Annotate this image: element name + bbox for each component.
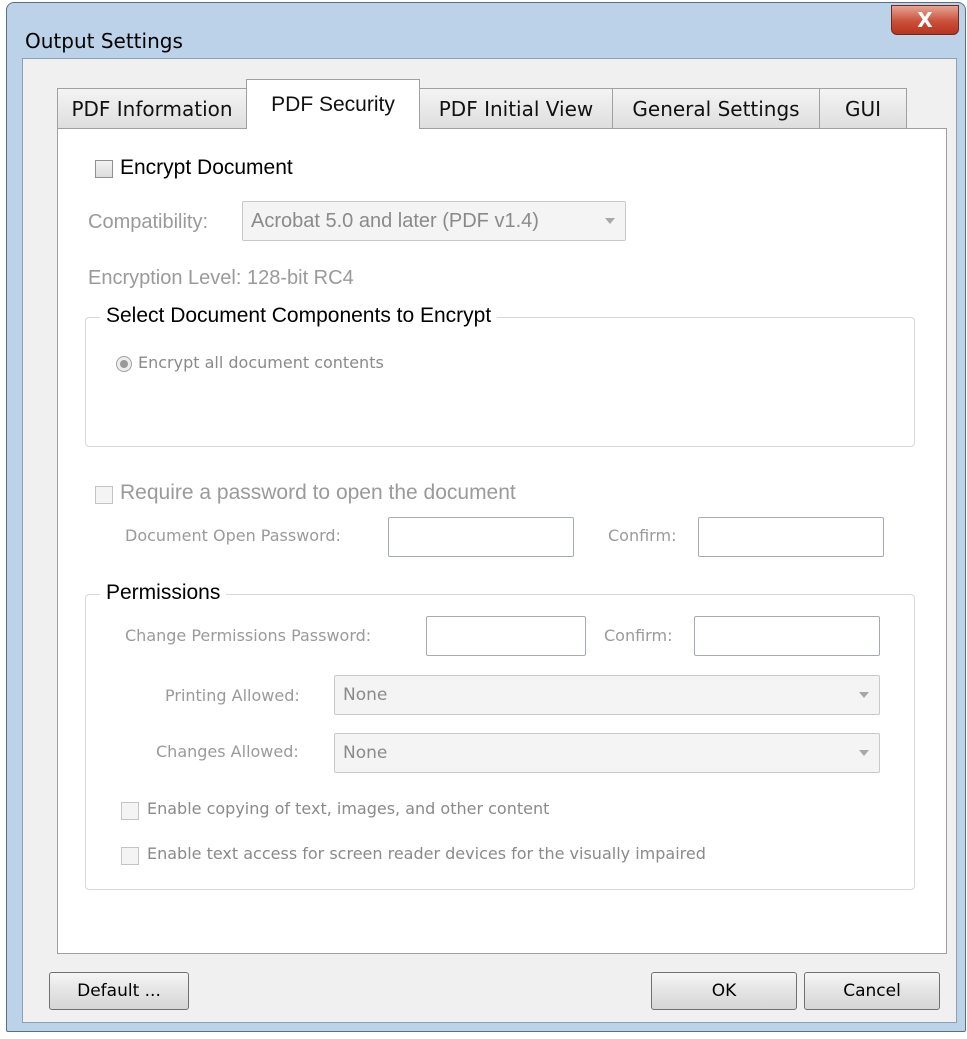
chevron-down-icon — [859, 692, 869, 698]
close-icon: X — [917, 8, 933, 32]
tab-general-settings[interactable]: General Settings — [612, 88, 820, 128]
close-button[interactable]: X — [891, 5, 959, 35]
changes-allowed-label: Changes Allowed: — [156, 742, 299, 761]
changes-allowed-select[interactable]: None — [334, 733, 880, 773]
enable-screen-reader-label: Enable text access for screen reader dev… — [147, 844, 706, 863]
encryption-level-text: Encryption Level: 128-bit RC4 — [88, 267, 354, 289]
changes-allowed-value: None — [343, 743, 388, 763]
open-confirm-label: Confirm: — [608, 526, 677, 545]
permissions-group-title: Permissions — [100, 581, 227, 605]
pdf-security-panel: Encrypt Document Compatibility: Acrobat … — [57, 128, 947, 954]
change-permissions-password-label: Change Permissions Password: — [125, 626, 372, 645]
default-button[interactable]: Default ... — [49, 972, 189, 1010]
enable-copying-label: Enable copying of text, images, and othe… — [147, 799, 550, 818]
encrypt-document-checkbox[interactable] — [95, 160, 113, 178]
radio-dot-icon — [120, 360, 128, 368]
components-group-title: Select Document Components to Encrypt — [100, 304, 498, 328]
compatibility-select[interactable]: Acrobat 5.0 and later (PDF v1.4) — [242, 201, 626, 241]
require-password-checkbox[interactable] — [95, 486, 113, 504]
printing-allowed-label: Printing Allowed: — [165, 686, 300, 705]
tab-pdf-security[interactable]: PDF Security — [246, 79, 420, 129]
tab-gui[interactable]: GUI — [819, 88, 907, 128]
chevron-down-icon — [859, 750, 869, 756]
open-confirm-field[interactable] — [698, 517, 884, 557]
tab-pdf-initial-view[interactable]: PDF Initial View — [419, 88, 613, 128]
compatibility-value: Acrobat 5.0 and later (PDF v1.4) — [251, 209, 539, 232]
permissions-confirm-field[interactable] — [694, 616, 880, 656]
printing-allowed-select[interactable]: None — [334, 675, 880, 715]
open-password-field[interactable] — [388, 517, 574, 557]
window-title: Output Settings — [25, 29, 183, 53]
encrypt-document-label: Encrypt Document — [120, 156, 293, 179]
require-password-label: Require a password to open the document — [120, 481, 516, 504]
ok-button[interactable]: OK — [651, 972, 797, 1010]
components-groupbox — [85, 317, 915, 447]
encrypt-all-label: Encrypt all document contents — [138, 353, 384, 372]
enable-screen-reader-checkbox[interactable] — [121, 847, 139, 865]
output-settings-window: Output Settings X PDF Information PDF Se… — [6, 2, 966, 1032]
tab-pdf-information[interactable]: PDF Information — [57, 88, 247, 128]
change-permissions-password-field[interactable] — [426, 616, 586, 656]
encrypt-all-radio[interactable] — [116, 356, 132, 372]
chevron-down-icon — [605, 218, 615, 224]
permissions-confirm-label: Confirm: — [604, 626, 673, 645]
printing-allowed-value: None — [343, 685, 388, 705]
cancel-button[interactable]: Cancel — [804, 972, 940, 1010]
enable-copying-checkbox[interactable] — [121, 802, 139, 820]
compatibility-label: Compatibility: — [88, 211, 209, 233]
open-password-label: Document Open Password: — [125, 526, 341, 545]
